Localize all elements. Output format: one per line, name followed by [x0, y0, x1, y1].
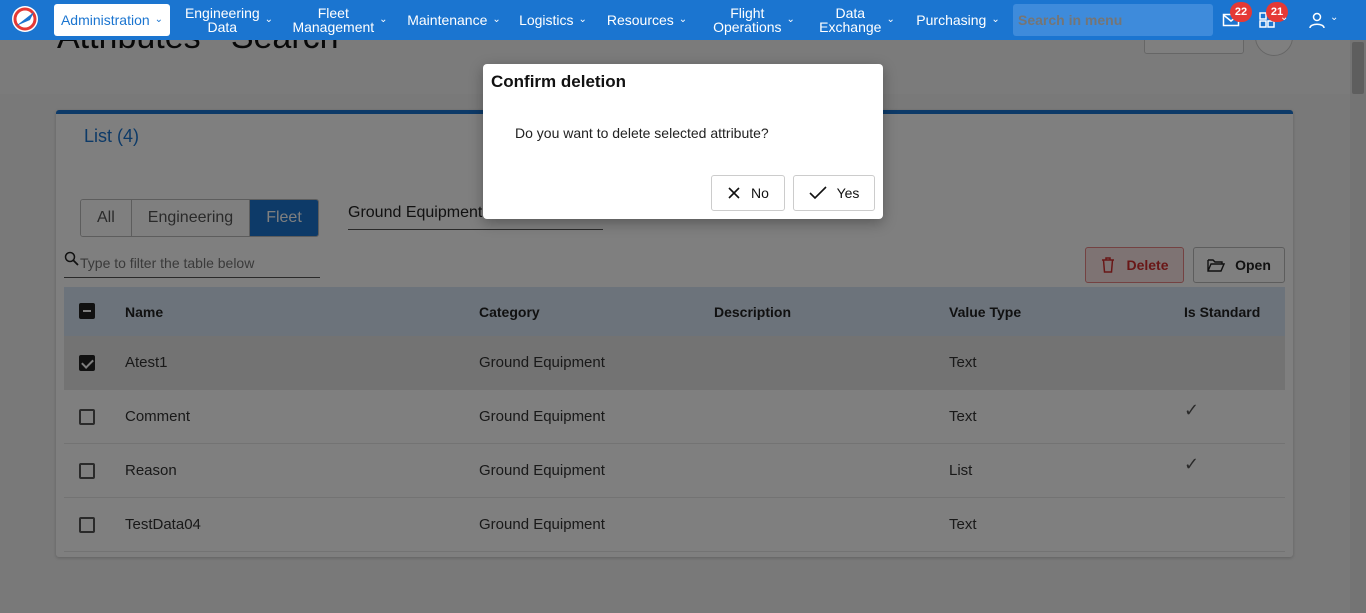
close-icon: [728, 187, 740, 199]
chevron-down-icon: ⌄: [492, 14, 501, 25]
check-icon: [809, 186, 827, 200]
nav-engineering-data[interactable]: Engineering Data ⌄: [180, 0, 278, 40]
chevron-down-icon: ⌄: [1330, 12, 1339, 23]
nav-purchasing[interactable]: Purchasing ⌄: [912, 0, 1004, 40]
nav-data-exchange-label: Data Exchange: [819, 5, 882, 35]
nav-fleet-management-label: Fleet Management: [292, 5, 375, 35]
nav-data-exchange[interactable]: Data Exchange ⌄: [814, 0, 900, 40]
chevron-down-icon: ⌄: [264, 14, 274, 25]
nav-maintenance[interactable]: Maintenance ⌄: [404, 0, 504, 40]
dialog-title: Confirm deletion: [491, 72, 627, 91]
chevron-down-icon: ⌄: [379, 14, 388, 25]
messages-button[interactable]: 22: [1222, 2, 1252, 32]
nav-resources-label: Resources: [606, 12, 674, 28]
chevron-down-icon: ⌄: [1280, 12, 1289, 23]
no-button-label: No: [751, 185, 769, 201]
confirm-deletion-dialog: Confirm deletion Do you want to delete s…: [483, 64, 883, 219]
nav-administration[interactable]: Administration ⌄: [54, 4, 170, 36]
chevron-down-icon: ⌄: [886, 14, 895, 25]
nav-flight-operations[interactable]: Flight Operations ⌄: [706, 0, 802, 40]
chevron-down-icon: ⌄: [578, 14, 587, 25]
nav-maintenance-label: Maintenance: [407, 12, 488, 28]
nav-fleet-management[interactable]: Fleet Management ⌄: [288, 0, 392, 40]
user-icon: [1309, 12, 1325, 29]
nav-logistics[interactable]: Logistics ⌄: [516, 0, 590, 40]
nav-flight-operations-label: Flight Operations: [713, 5, 782, 35]
nav-administration-label: Administration: [60, 12, 150, 28]
user-menu-button[interactable]: ⌄: [1308, 8, 1340, 32]
nav-purchasing-label: Purchasing: [916, 12, 987, 28]
messages-badge: 22: [1230, 2, 1252, 22]
chevron-down-icon: ⌄: [786, 14, 795, 25]
menu-search-input[interactable]: [1013, 4, 1213, 36]
yes-button-label: Yes: [836, 185, 860, 201]
dialog-message: Do you want to delete selected attribute…: [515, 125, 769, 141]
chevron-down-icon: ⌄: [154, 14, 164, 25]
top-navigation-bar: Administration ⌄ Engineering Data ⌄ Fleet …: [0, 0, 1366, 40]
app-logo-icon[interactable]: [10, 4, 40, 34]
nav-logistics-label: Logistics: [519, 12, 574, 28]
no-button[interactable]: No: [711, 175, 785, 211]
tasks-button[interactable]: 21 ⌄: [1258, 2, 1292, 32]
nav-resources[interactable]: Resources ⌄: [604, 0, 690, 40]
yes-button[interactable]: Yes: [793, 175, 875, 211]
nav-engineering-data-label: Engineering Data: [184, 5, 260, 35]
chevron-down-icon: ⌄: [991, 14, 1000, 25]
chevron-down-icon: ⌄: [678, 14, 688, 25]
